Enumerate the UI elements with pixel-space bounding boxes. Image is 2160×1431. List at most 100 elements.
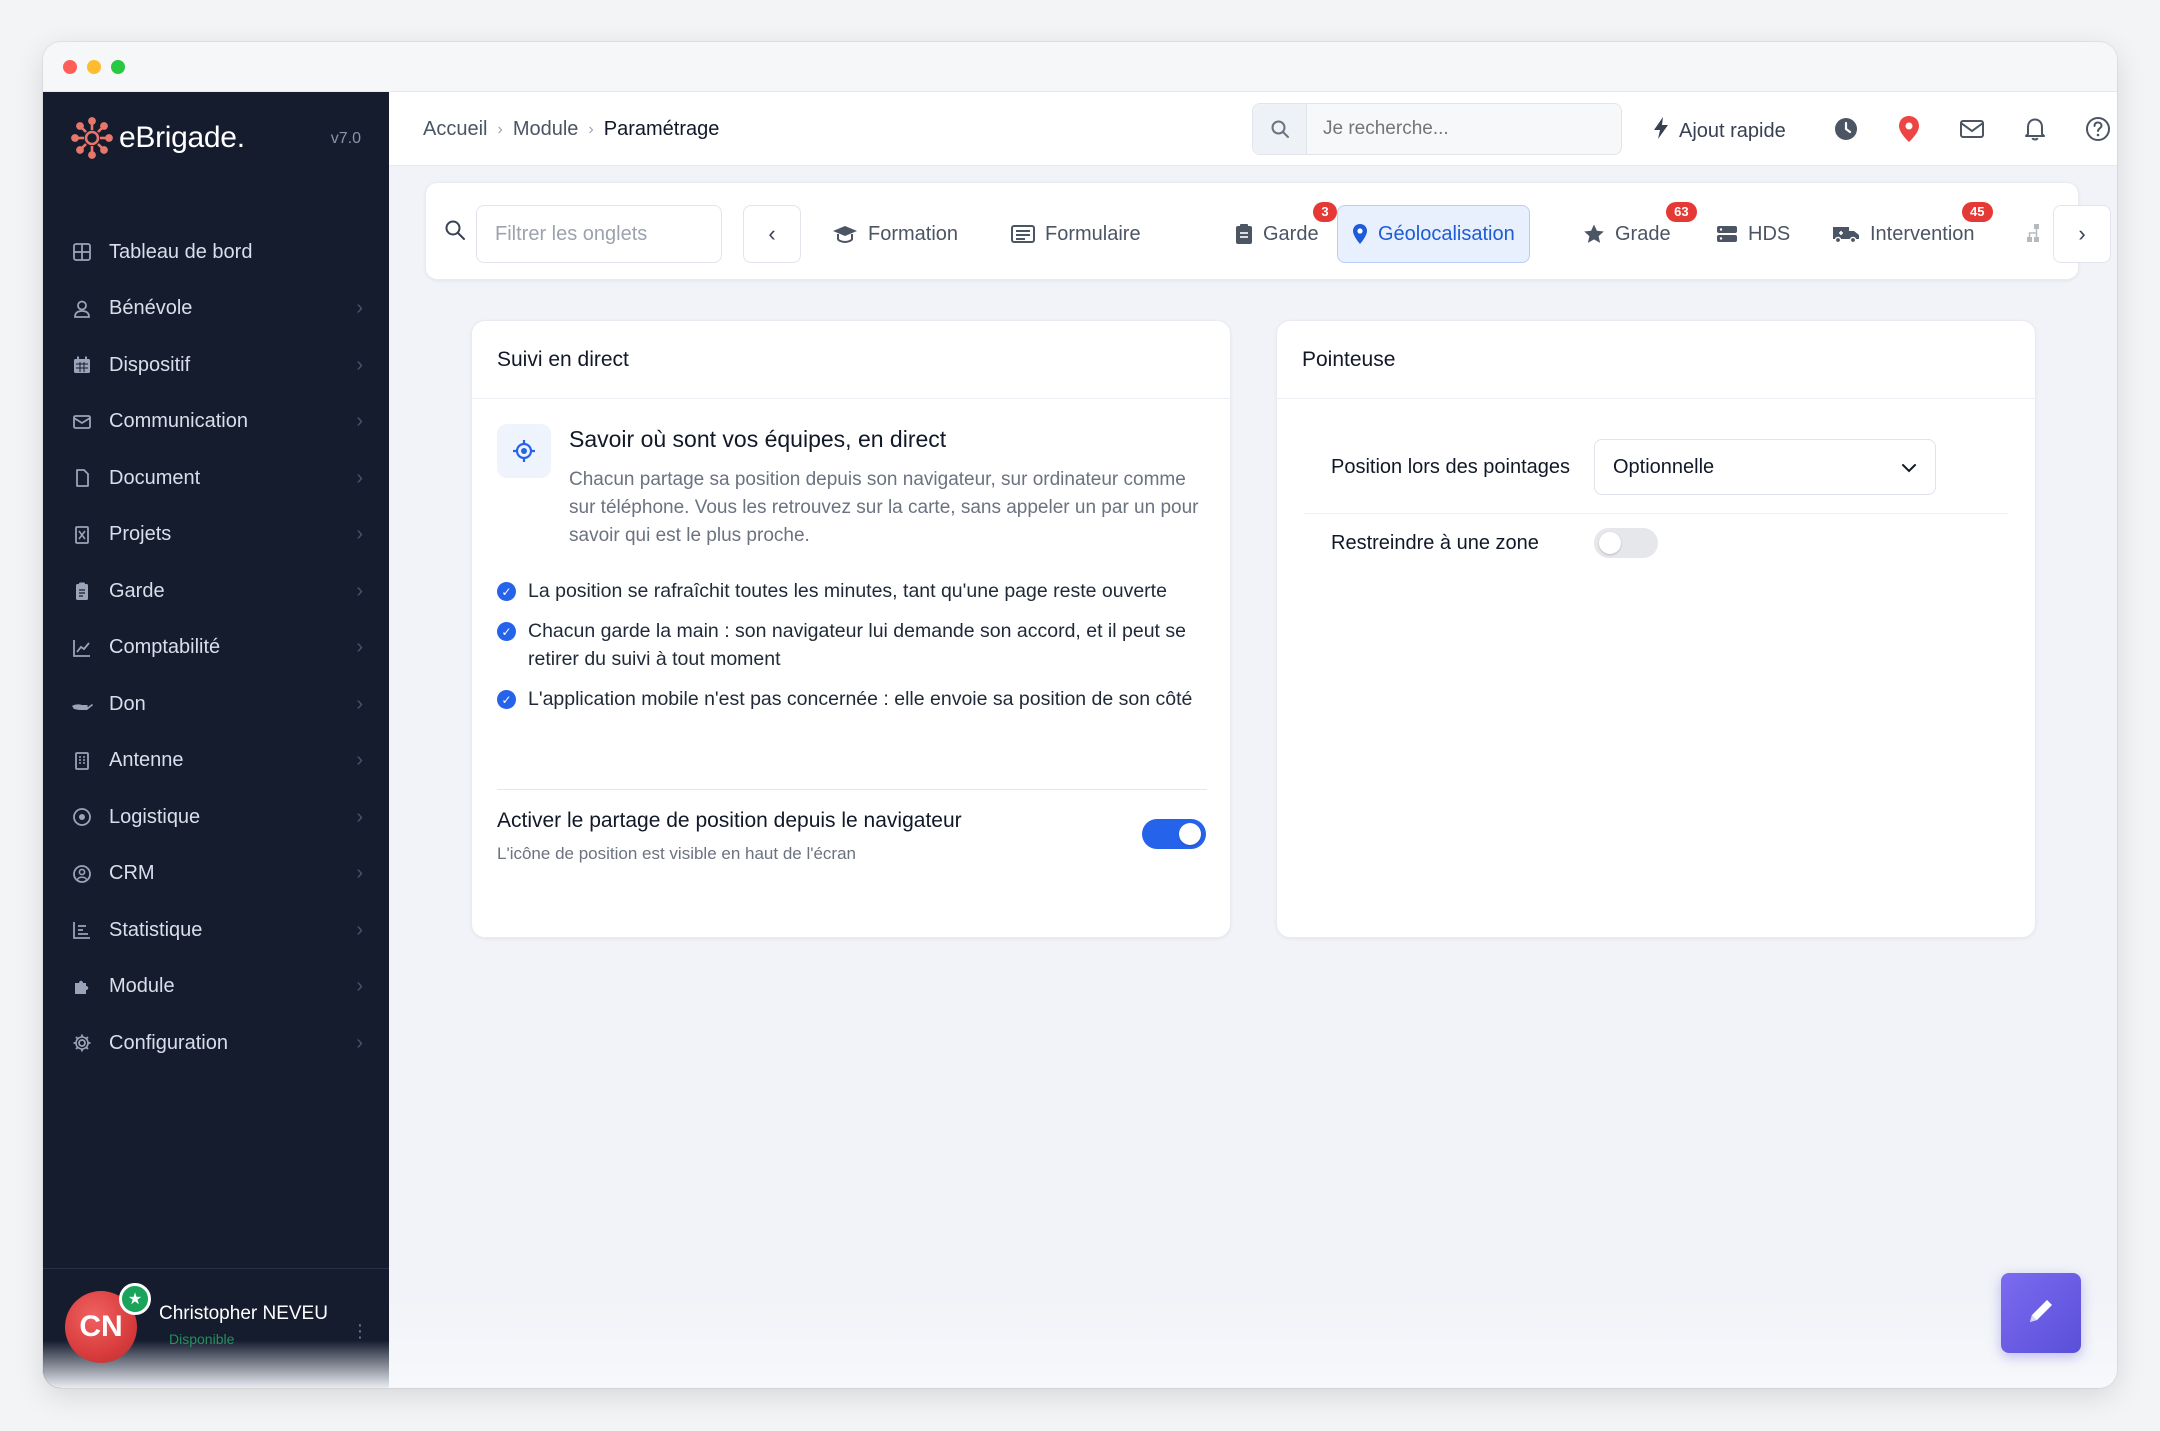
graduation-cap-icon [832,224,858,244]
zone-restriction-toggle[interactable] [1594,528,1658,558]
sidebar-item-logistique[interactable]: Logistique › [43,789,389,846]
hand-icon [71,693,93,715]
search-input[interactable] [1323,118,1603,140]
chevron-right-icon: › [356,749,363,772]
project-icon [71,524,93,546]
brand-mark-icon [71,117,113,159]
browser-sharing-toggle[interactable] [1142,819,1206,849]
user-name: Christopher NEVEU [159,1303,328,1324]
list-item: ✓ L'application mobile n'est pas concern… [497,685,1207,713]
chevron-right-icon: › [356,523,363,546]
edit-fab-button[interactable] [2001,1273,2081,1353]
chevron-left-icon: ‹ [768,221,776,246]
breadcrumb-item-module[interactable]: Module [513,118,579,141]
sidebar-item-label: Antenne [109,749,184,772]
check-text: Chacun garde la main : son navigateur lu… [528,620,1186,670]
chevron-right-icon: › [497,120,503,138]
sidebar-item-comptabilite[interactable]: Comptabilité › [43,620,389,677]
tab-formulaire[interactable]: Formulaire [997,205,1155,263]
maximize-window-button[interactable] [111,60,125,74]
sidebar-item-label: Comptabilité [109,636,221,659]
chevron-right-icon: › [356,805,363,828]
zone-setting-label: Restreindre à une zone [1331,531,1539,554]
sidebar-item-tableau-de-bord[interactable]: Tableau de bord [43,224,389,281]
topbar: Accueil › Module › Paramétrage Ajout rap… [389,92,2117,166]
building-icon [71,750,93,772]
sidebar-item-module[interactable]: Module › [43,959,389,1016]
breadcrumb-item-current: Paramétrage [603,118,720,140]
sidebar-item-don[interactable]: Don › [43,676,389,733]
sidebar-item-antenne[interactable]: Antenne › [43,733,389,790]
chevron-right-icon: › [356,410,363,433]
star-icon: ★ [119,1283,151,1315]
app-window: eBrigade. v7.0 Tableau de bord Bénévole › D… [43,42,2117,1388]
gear-icon [71,1032,93,1054]
sidebar-nav: Tableau de bord Bénévole › Dispositif › Commu… [43,224,389,1072]
calendar-icon [71,354,93,376]
tabs-next-button[interactable]: › [2053,205,2111,263]
ambulance-icon [1832,224,1860,244]
puzzle-icon [71,976,93,998]
tab-filter-input[interactable]: Filtrer les onglets [476,205,722,263]
minimize-window-button[interactable] [87,60,101,74]
tab-grade[interactable]: Grade 63 [1569,202,1697,263]
sidebar-item-label: Document [109,466,201,489]
tab-badge: 63 [1666,202,1697,222]
check-text: La position se rafraîchit toutes les min… [528,580,1167,602]
close-window-button[interactable] [63,60,77,74]
bell-icon[interactable] [2020,114,2050,144]
quick-add-label: Ajout rapide [1679,119,1786,142]
brand-logo[interactable]: eBrigade. [71,116,245,160]
breadcrumb-item-home[interactable]: Accueil [423,118,487,141]
tab-label: Intervention [1870,222,1975,245]
list-icon [1011,224,1035,244]
tab-hds[interactable]: HDS [1702,205,1804,263]
global-search[interactable] [1252,103,1622,155]
more-vertical-icon[interactable]: ⋮ [351,1321,369,1342]
tab-label: HDS [1748,222,1791,245]
tab-label: Grade [1615,222,1671,245]
tab-garde[interactable]: Garde 3 [1221,202,1337,263]
sidebar-item-communication[interactable]: Communication › [43,394,389,451]
quick-add-button[interactable]: Ajout rapide [1651,116,1786,146]
check-circle-icon: ✓ [497,582,516,601]
sidebar-item-label: Don [109,692,146,715]
sidebar-item-document[interactable]: Document › [43,450,389,507]
position-select[interactable]: Optionnelle [1594,439,1936,495]
sidebar-item-crm[interactable]: CRM › [43,846,389,903]
user-profile[interactable]: CN ★ Christopher NEVEU Disponible ⋮ [43,1268,389,1388]
chevron-right-icon: › [356,918,363,941]
crm-icon [71,863,93,885]
dashboard-icon [71,241,93,263]
sidebar-item-projets[interactable]: Projets › [43,507,389,564]
list-item: ✓ La position se rafraîchit toutes les m… [497,577,1207,605]
chevron-right-icon: › [356,579,363,602]
sidebar-item-garde[interactable]: Garde › [43,563,389,620]
mail-icon[interactable] [1957,114,1987,144]
sitemap-icon [2026,223,2046,248]
toggle-knob [1599,532,1621,554]
tabs-prev-button[interactable]: ‹ [743,205,801,263]
help-icon[interactable] [2083,114,2113,144]
sidebar-item-configuration[interactable]: Configuration › [43,1015,389,1072]
server-icon [1716,224,1738,244]
sidebar-item-label: Module [109,975,175,998]
chevron-right-icon: › [588,120,594,138]
feature-check-list: ✓ La position se rafraîchit toutes les m… [497,577,1207,725]
chevron-right-icon: › [356,466,363,489]
tab-label: Formulaire [1045,222,1141,245]
check-text: L'application mobile n'est pas concernée… [528,688,1193,710]
sidebar-item-label: CRM [109,862,155,885]
clock-icon[interactable] [1831,114,1861,144]
clipboard-icon [1235,223,1253,245]
tab-formation[interactable]: Formation [818,205,972,263]
location-pin-icon[interactable] [1894,114,1924,144]
position-setting-label: Position lors des pointages [1331,455,1571,478]
tab-geolocalisation[interactable]: Géolocalisation [1337,205,1530,263]
chevron-right-icon: › [356,1031,363,1054]
sidebar-item-dispositif[interactable]: Dispositif › [43,337,389,394]
tab-intervention[interactable]: Intervention 45 [1818,202,1993,263]
file-icon [71,467,93,489]
sidebar-item-statistique[interactable]: Statistique › [43,902,389,959]
sidebar-item-benevole[interactable]: Bénévole › [43,281,389,338]
